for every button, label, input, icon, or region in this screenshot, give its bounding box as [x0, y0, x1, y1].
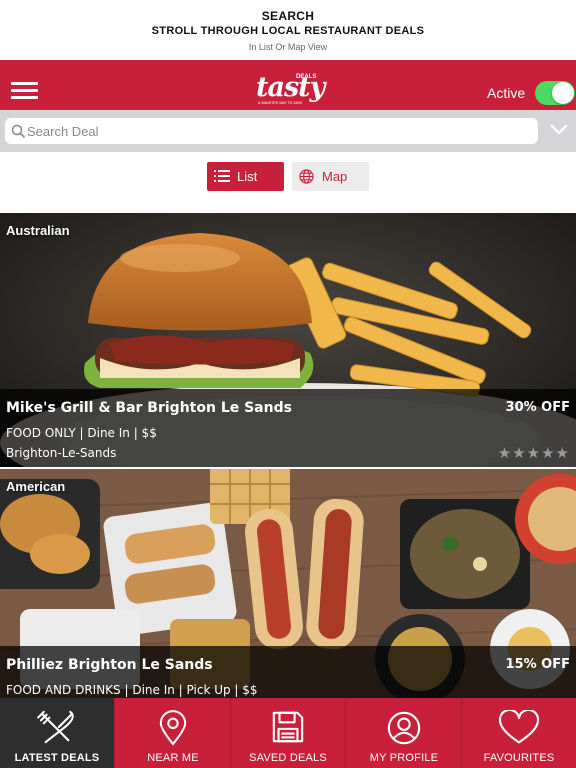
deal-info-overlay: Mike's Grill & Bar Brighton Le Sands 30%…	[0, 389, 576, 467]
map-view-button[interactable]: Map	[292, 162, 369, 191]
globe-icon	[299, 169, 314, 184]
chevron-down-icon[interactable]	[550, 124, 568, 136]
promo-title: SEARCH	[261, 9, 315, 23]
search-box[interactable]	[5, 118, 538, 144]
list-icon	[214, 170, 230, 182]
fork-knife-icon	[37, 710, 74, 744]
menu-icon[interactable]	[11, 82, 38, 100]
heart-icon	[498, 710, 540, 744]
app-bar: tasty DEALS A SMARTER WAY TO SAVE Active	[0, 60, 576, 110]
app-logo: tasty DEALS A SMARTER WAY TO SAVE	[256, 72, 325, 108]
deal-name: Philliez Brighton Le Sands	[6, 657, 213, 673]
bottom-tab-bar: LATEST DEALS NEAR ME SAVED DEALS MY PROF…	[0, 698, 576, 768]
tab-favourites[interactable]: FAVOURITES	[462, 698, 576, 768]
view-toggle: List Map	[0, 152, 576, 213]
deal-card[interactable]: American Philliez Brighton Le Sands 15% …	[0, 469, 576, 698]
deal-location: Brighton-Le-Sands	[6, 446, 117, 460]
tab-label: LATEST DEALS	[14, 752, 100, 764]
deal-category: American	[6, 479, 66, 494]
search-icon	[11, 124, 25, 138]
search-bar	[0, 110, 576, 152]
tab-my-profile[interactable]: MY PROFILE	[347, 698, 462, 768]
deal-meta: FOOD AND DRINKS | Dine In | Pick Up | $$	[6, 683, 258, 697]
tab-latest-deals[interactable]: LATEST DEALS	[0, 698, 115, 768]
logo-sup: DEALS	[296, 74, 317, 80]
deal-info-overlay: Philliez Brighton Le Sands 15% OFF FOOD …	[0, 646, 576, 698]
deal-meta: FOOD ONLY | Dine In | $$	[6, 426, 157, 440]
list-view-button[interactable]: List	[207, 162, 284, 191]
location-pin-icon	[159, 710, 187, 746]
tab-label: FAVOURITES	[483, 752, 555, 764]
tab-label: MY PROFILE	[369, 752, 439, 764]
tab-label: SAVED DEALS	[249, 752, 327, 764]
logo-tagline: A SMARTER WAY TO SAVE	[258, 101, 303, 105]
tab-label: NEAR ME	[147, 752, 199, 764]
user-icon	[387, 711, 421, 745]
deal-discount: 15% OFF	[505, 657, 570, 672]
rating-stars: ★★★★★	[497, 444, 570, 462]
search-input[interactable]	[27, 121, 527, 141]
tab-near-me[interactable]: NEAR ME	[116, 698, 231, 768]
floppy-disk-icon	[272, 711, 304, 743]
promo-header: SEARCH STROLL THROUGH LOCAL RESTAURANT D…	[0, 0, 576, 60]
map-view-label: Map	[322, 169, 348, 184]
active-label: Active	[487, 85, 526, 101]
deal-card[interactable]: Australian Mike's Grill & Bar Brighton L…	[0, 213, 576, 467]
deal-name: Mike's Grill & Bar Brighton Le Sands	[6, 400, 292, 416]
promo-note: In List Or Map View	[248, 42, 328, 52]
promo-subtitle: STROLL THROUGH LOCAL RESTAURANT DEALS	[151, 25, 425, 37]
deal-category: Australian	[6, 223, 70, 238]
active-toggle[interactable]	[535, 81, 575, 105]
deal-discount: 30% OFF	[505, 400, 570, 415]
list-view-label: List	[237, 169, 258, 184]
tab-saved-deals[interactable]: SAVED DEALS	[231, 698, 346, 768]
